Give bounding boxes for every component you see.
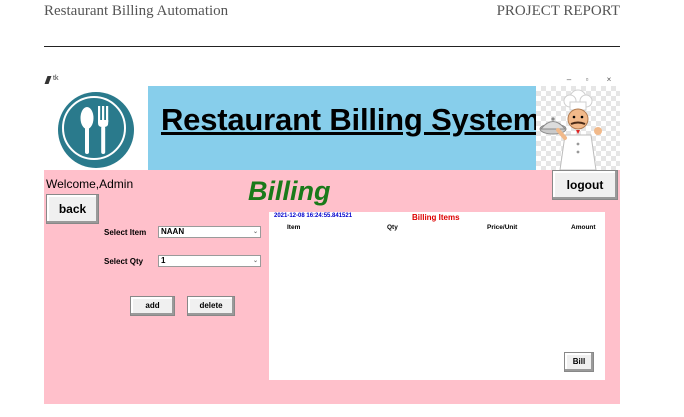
- item-select[interactable]: NAAN ⌄: [158, 226, 261, 238]
- doc-header-left: Restaurant Billing Automation: [44, 3, 229, 19]
- column-header-item: Item: [287, 224, 301, 231]
- minimize-button[interactable]: –: [562, 74, 576, 86]
- doc-header-rule: [44, 46, 620, 47]
- header-banner: Restaurant Billing System: [148, 86, 540, 170]
- app-window: tk – ▫ × Restaurant Billing System Welco…: [44, 74, 620, 404]
- timestamp: 2021-12-08 16:24:55.841521: [274, 213, 353, 219]
- qty-select-value: 1: [161, 256, 166, 265]
- spoon-fork-logo-icon: [80, 106, 109, 154]
- window-title: tk: [53, 75, 59, 82]
- logo: [44, 86, 148, 170]
- item-select-value: NAAN: [161, 227, 185, 236]
- delete-button[interactable]: delete: [187, 296, 235, 316]
- feather-icon: [44, 76, 52, 84]
- billing-items-title: Billing Items: [412, 213, 460, 222]
- column-header-price: Price/Unit: [487, 224, 518, 231]
- close-button[interactable]: ×: [602, 74, 616, 86]
- page-heading: Billing: [248, 176, 331, 206]
- chef-image: [536, 86, 620, 170]
- column-header-qty: Qty: [387, 224, 398, 231]
- window-titlebar: tk – ▫ ×: [44, 74, 620, 86]
- doc-header-right: PROJECT REPORT: [496, 3, 620, 19]
- logout-button[interactable]: logout: [552, 170, 618, 200]
- bill-panel: 2021-12-08 16:24:55.841521 Billing Items…: [269, 212, 605, 380]
- add-button[interactable]: add: [130, 296, 175, 316]
- dropdown-arrow-icon: ⌄: [252, 258, 258, 264]
- bill-button[interactable]: Bill: [564, 352, 594, 372]
- welcome-text: Welcome,Admin: [46, 177, 134, 191]
- back-button[interactable]: back: [46, 194, 99, 224]
- app-title: Restaurant Billing System: [161, 102, 541, 137]
- chef-image-icon: [539, 89, 602, 170]
- dropdown-arrow-icon: ⌄: [252, 229, 258, 235]
- column-header-amount: Amount: [571, 224, 596, 231]
- select-item-label: Select Item: [104, 228, 147, 237]
- select-qty-label: Select Qty: [104, 257, 144, 266]
- qty-select[interactable]: 1 ⌄: [158, 255, 261, 267]
- logo-circle: [58, 92, 134, 168]
- maximize-button[interactable]: ▫: [580, 74, 594, 86]
